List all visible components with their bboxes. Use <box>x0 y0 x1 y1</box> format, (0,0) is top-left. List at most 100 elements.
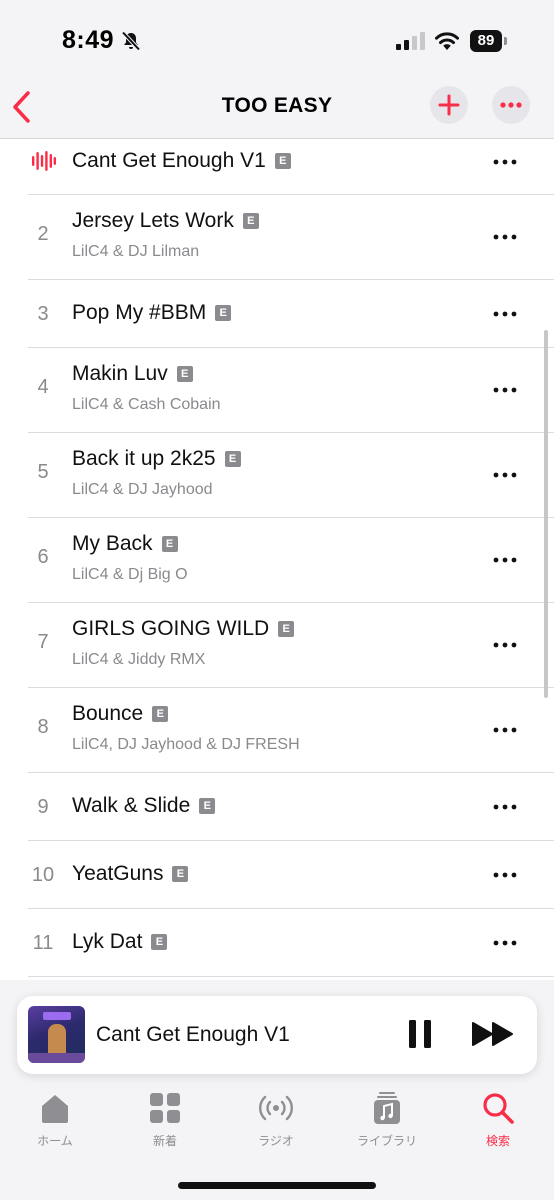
explicit-badge: E <box>172 866 189 882</box>
track-title-line: Walk & Slide E <box>72 794 216 818</box>
track-number: 5 <box>37 461 49 483</box>
cellular-signal-icon <box>396 32 425 50</box>
tab-label: ラジオ <box>258 1134 294 1148</box>
track-number: 9 <box>37 796 49 818</box>
tab-radio[interactable]: ラジオ <box>221 1086 331 1156</box>
track-row[interactable]: 8 Bounce E LilC4, DJ Jayhood & DJ FRESH <box>0 688 554 773</box>
tab-home[interactable]: ホーム <box>0 1086 110 1156</box>
track-row[interactable]: 3 Pop My #BBM E <box>0 280 554 348</box>
explicit-badge: E <box>242 213 259 229</box>
explicit-badge: E <box>152 706 169 722</box>
battery-tip <box>504 37 507 45</box>
track-number: 11 <box>32 932 54 954</box>
tab-label: 新着 <box>152 1134 177 1148</box>
home-indicator[interactable] <box>178 1182 376 1189</box>
track-title-line: YeatGuns E <box>72 862 189 886</box>
skip-forward-icon[interactable] <box>471 1020 515 1048</box>
track-more-icon[interactable] <box>490 933 520 953</box>
track-title: My Back <box>72 532 153 555</box>
track-row[interactable]: 7 GIRLS GOING WILD E LilC4 & Jiddy RMX <box>0 603 554 688</box>
status-bar: 8:49 89 <box>0 0 554 80</box>
track-row[interactable]: 10 YeatGuns E <box>0 841 554 909</box>
track-title-line: Jersey Lets Work E <box>72 209 259 233</box>
track-title-line: Bounce E <box>72 702 169 726</box>
track-more-icon[interactable] <box>490 797 520 817</box>
album-artwork <box>28 1006 85 1063</box>
tab-label: ライブラリ <box>356 1134 417 1148</box>
mini-player-title: Cant Get Enough V1 <box>96 1023 290 1046</box>
tab-label: 検索 <box>485 1134 510 1148</box>
track-more-icon[interactable] <box>490 550 520 570</box>
track-title-line: My Back E <box>72 532 178 556</box>
track-number: 6 <box>37 546 49 568</box>
track-title-line: Lyk Dat E <box>72 930 168 954</box>
artwork-sign <box>43 1012 71 1020</box>
track-title: Lyk Dat <box>72 930 143 953</box>
track-more-icon[interactable] <box>490 152 520 172</box>
track-title-line: GIRLS GOING WILD E <box>72 617 295 641</box>
track-more-icon[interactable] <box>490 465 520 485</box>
track-more-icon[interactable] <box>490 635 520 655</box>
scrollbar[interactable] <box>544 330 548 698</box>
explicit-badge: E <box>151 934 168 950</box>
search-icon <box>483 1093 514 1124</box>
track-number: 3 <box>37 303 49 325</box>
track-row[interactable]: 9 Walk & Slide E <box>0 773 554 841</box>
track-more-icon[interactable] <box>490 720 520 740</box>
track-more-icon[interactable] <box>490 304 520 324</box>
track-more-icon[interactable] <box>490 227 520 247</box>
track-title: Walk & Slide <box>72 794 191 817</box>
track-title-line: Makin Luv E <box>72 362 193 386</box>
track-title-line: Pop My #BBM E <box>72 301 232 325</box>
explicit-badge: E <box>215 305 232 321</box>
track-title-line: Cant Get Enough V1 E <box>72 149 291 173</box>
track-title: Pop My #BBM <box>72 301 207 324</box>
status-time: 8:49 <box>62 26 115 54</box>
track-row[interactable]: 2 Jersey Lets Work E LilC4 & DJ Lilman <box>0 195 554 280</box>
library-icon <box>374 1092 400 1124</box>
track-row[interactable]: 11 Lyk Dat E <box>0 909 554 977</box>
tab-label: ホーム <box>37 1134 73 1148</box>
tab-new[interactable]: 新着 <box>110 1086 220 1156</box>
track-number: 4 <box>37 376 49 398</box>
grid-icon <box>150 1093 180 1123</box>
track-title: Makin Luv <box>72 362 168 385</box>
battery-indicator: 89 <box>470 30 508 52</box>
radio-icon <box>259 1095 293 1121</box>
track-artist: LilC4 & Dj Big O <box>72 566 188 583</box>
explicit-badge: E <box>161 536 178 552</box>
track-row[interactable]: 5 Back it up 2k25 E LilC4 & DJ Jayhood <box>0 433 554 518</box>
add-button[interactable] <box>430 86 468 124</box>
now-playing-waveform-icon <box>32 151 56 171</box>
track-artist: LilC4 & DJ Lilman <box>72 243 200 260</box>
track-title: Back it up 2k25 <box>72 447 216 470</box>
nav-bar: TOO EASY <box>0 80 554 139</box>
track-row[interactable]: 4 Makin Luv E LilC4 & Cash Cobain <box>0 348 554 433</box>
home-icon <box>42 1095 68 1123</box>
track-number: 10 <box>31 864 55 886</box>
ellipsis-icon <box>500 102 522 108</box>
track-number: 8 <box>37 716 49 738</box>
tab-library[interactable]: ライブラリ <box>332 1086 442 1156</box>
pause-icon[interactable] <box>407 1018 433 1050</box>
track-title-line: Back it up 2k25 E <box>72 447 241 471</box>
bell-slash-icon <box>121 31 141 51</box>
track-row[interactable]: 6 My Back E LilC4 & Dj Big O <box>0 518 554 603</box>
track-row[interactable]: Cant Get Enough V1 E <box>0 138 554 195</box>
tab-search[interactable]: 検索 <box>443 1086 553 1156</box>
track-more-icon[interactable] <box>490 865 520 885</box>
battery-level: 89 <box>470 30 502 52</box>
track-title: GIRLS GOING WILD <box>72 617 270 640</box>
track-title: Cant Get Enough V1 <box>72 149 266 172</box>
explicit-badge: E <box>278 621 295 637</box>
more-options-button[interactable] <box>492 86 530 124</box>
explicit-badge: E <box>224 451 241 467</box>
explicit-badge: E <box>199 798 216 814</box>
track-artist: LilC4 & Jiddy RMX <box>72 651 206 668</box>
mini-player[interactable]: Cant Get Enough V1 <box>17 996 537 1074</box>
track-title: Bounce <box>72 702 144 725</box>
track-title: YeatGuns <box>72 862 164 885</box>
explicit-badge: E <box>176 366 193 382</box>
track-more-icon[interactable] <box>490 380 520 400</box>
tab-bar: ホーム 新着 ラジオ ライブラリ 検索 <box>0 1086 554 1156</box>
